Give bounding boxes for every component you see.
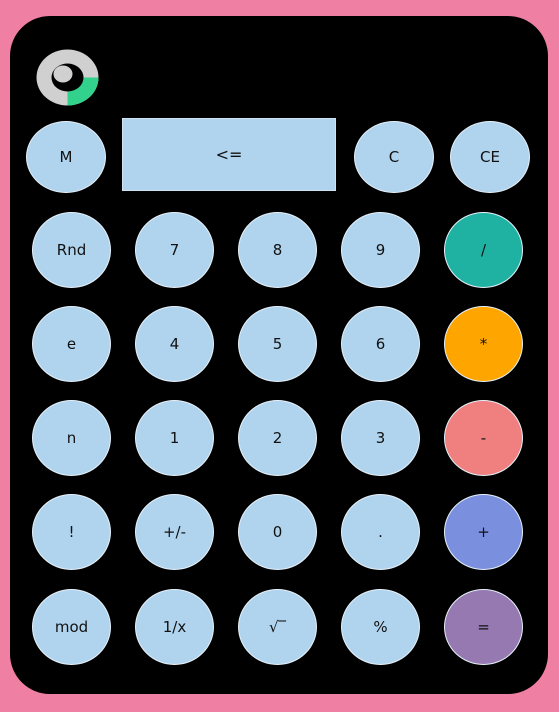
equals-button[interactable]: =	[444, 589, 523, 665]
digit-3-button[interactable]: 3	[341, 400, 420, 476]
memory-button[interactable]: M	[26, 121, 106, 193]
digit-1-button[interactable]: 1	[135, 400, 214, 476]
plus-button[interactable]: +	[444, 494, 523, 570]
digit-5-button[interactable]: 5	[238, 306, 317, 382]
factorial-button[interactable]: !	[32, 494, 111, 570]
square-root-button[interactable]: √‾	[238, 589, 317, 665]
decimal-button[interactable]: .	[341, 494, 420, 570]
digit-8-button[interactable]: 8	[238, 212, 317, 288]
donut-logo-icon	[36, 49, 99, 106]
digit-9-button[interactable]: 9	[341, 212, 420, 288]
plus-minus-button[interactable]: +/-	[135, 494, 214, 570]
random-button[interactable]: Rnd	[32, 212, 111, 288]
clear-entry-button[interactable]: CE	[450, 121, 530, 193]
mod-button[interactable]: mod	[32, 589, 111, 665]
multiply-button[interactable]: *	[444, 306, 523, 382]
percent-button[interactable]: %	[341, 589, 420, 665]
backspace-display[interactable]: <=	[122, 118, 336, 191]
divide-button[interactable]: /	[444, 212, 523, 288]
n-button[interactable]: n	[32, 400, 111, 476]
digit-7-button[interactable]: 7	[135, 212, 214, 288]
digit-2-button[interactable]: 2	[238, 400, 317, 476]
digit-0-button[interactable]: 0	[238, 494, 317, 570]
minus-button[interactable]: -	[444, 400, 523, 476]
euler-button[interactable]: e	[32, 306, 111, 382]
reciprocal-button[interactable]: 1/x	[135, 589, 214, 665]
digit-4-button[interactable]: 4	[135, 306, 214, 382]
clear-button[interactable]: C	[354, 121, 434, 193]
digit-6-button[interactable]: 6	[341, 306, 420, 382]
